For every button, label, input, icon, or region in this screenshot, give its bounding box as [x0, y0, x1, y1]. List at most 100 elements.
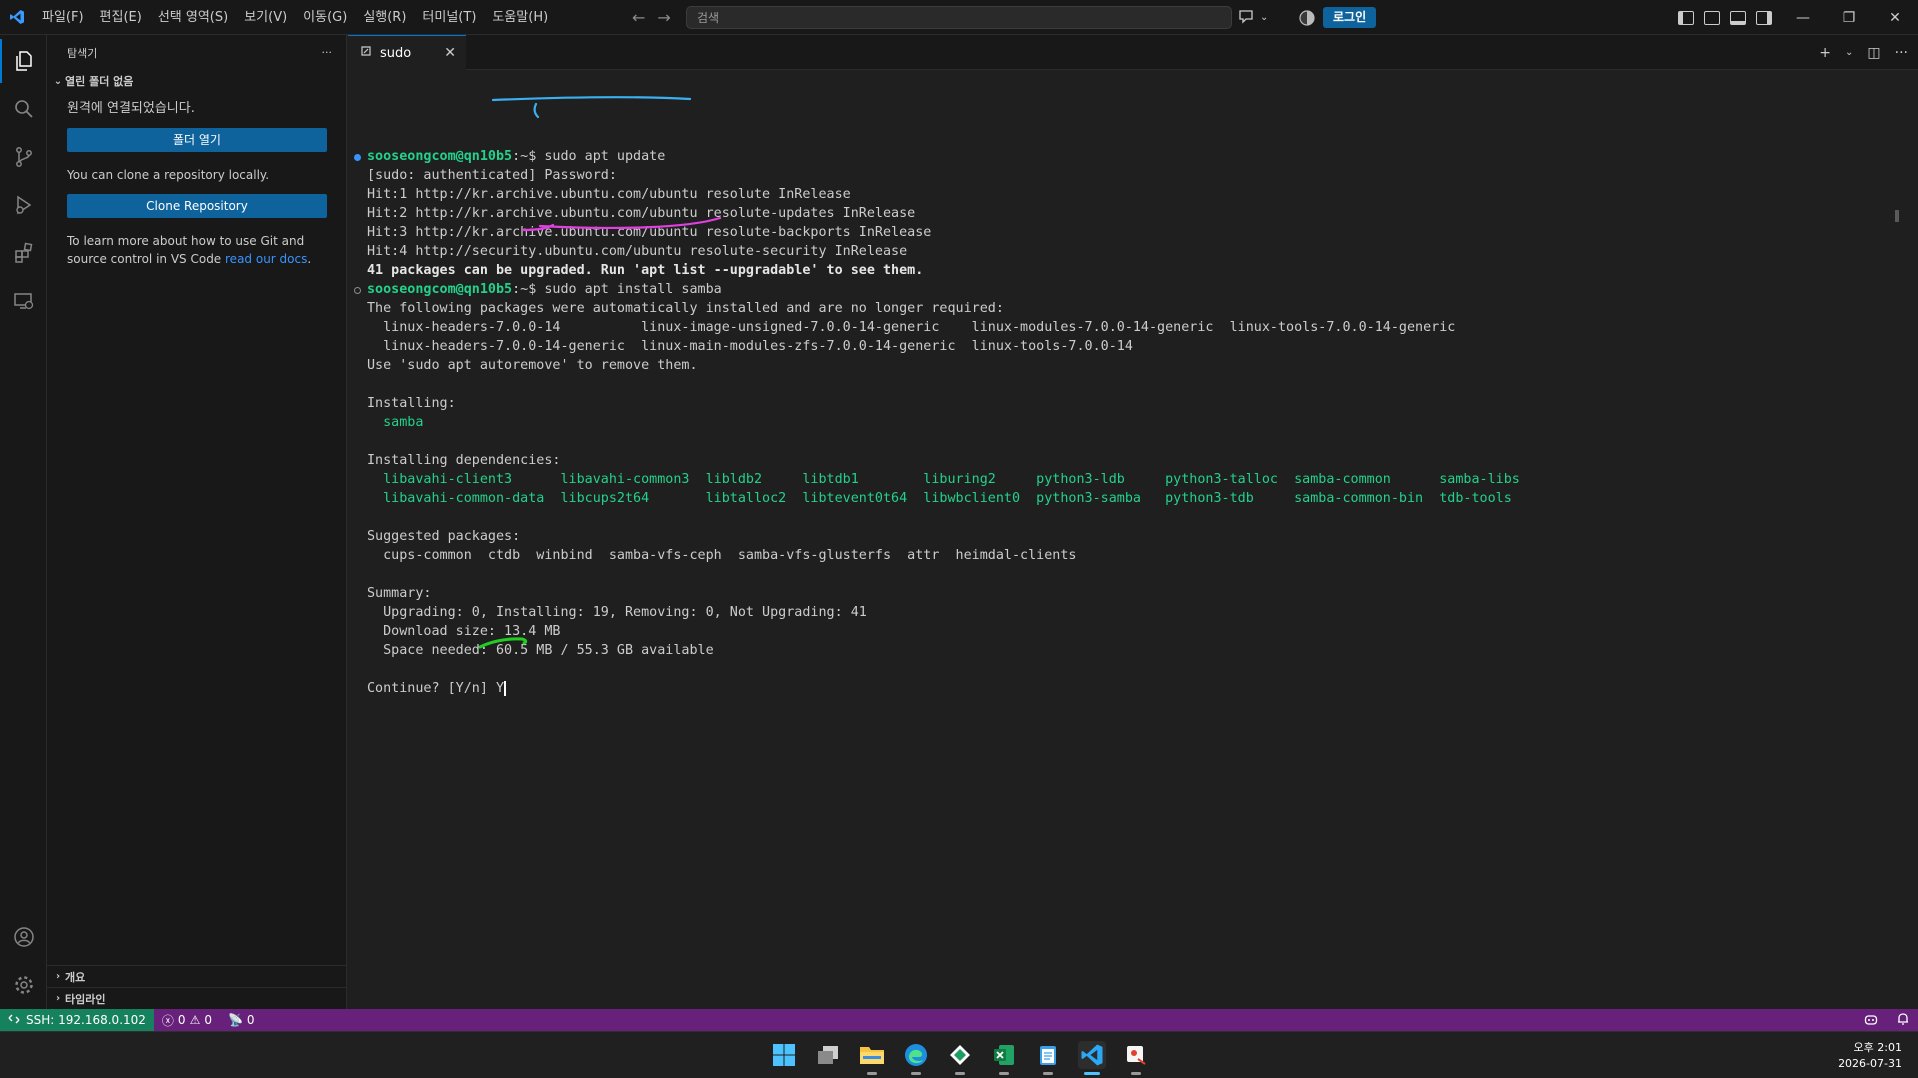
menu-go[interactable]: 이동(G) [295, 0, 355, 35]
menu-help[interactable]: 도움말(H) [484, 0, 556, 35]
close-window-icon[interactable]: ✕ [1872, 0, 1918, 35]
toggle-secondary-sidebar-icon[interactable] [1756, 10, 1772, 25]
terminal-line: Hit:3 http://kr.archive.ubuntu.com/ubunt… [367, 225, 932, 240]
customize-layout-icon[interactable] [1704, 10, 1720, 25]
broadcast-icon: 📡 [227, 1013, 243, 1027]
chat-icon[interactable] [1238, 8, 1254, 28]
prompt-user: sooseongcom@qn10b5 [367, 282, 513, 297]
minimize-icon[interactable]: — [1780, 0, 1826, 35]
close-tab-icon[interactable]: ✕ [444, 45, 456, 61]
chevron-down-icon[interactable]: ⌄ [1845, 47, 1853, 58]
copilot-status-icon[interactable] [1864, 1012, 1878, 1029]
terminal-panel[interactable]: sooseongcom@qn10b5 :~$ sudo apt update [s… [348, 70, 1903, 1009]
copilot-icon[interactable] [1298, 9, 1316, 27]
terminal-line-prompt: Continue? [Y/n] Y [367, 679, 507, 698]
menu-edit[interactable]: 편집(E) [92, 0, 150, 35]
extensions-icon[interactable] [0, 231, 47, 275]
annotation-underline-cyan [491, 96, 692, 119]
settings-gear-icon[interactable] [0, 963, 47, 1007]
forward-arrow-icon[interactable]: → [657, 8, 670, 27]
task-view-icon[interactable] [814, 1041, 842, 1069]
chevron-right-icon: › [55, 971, 61, 982]
section-label: 열린 폴더 없음 [65, 75, 134, 88]
warning-count: 0 [204, 1013, 212, 1027]
activity-bar [0, 35, 47, 1009]
warning-icon: ⚠ [189, 1013, 201, 1027]
prompt-suffix: :~$ [512, 149, 545, 164]
toggle-panel-icon[interactable] [1730, 10, 1746, 25]
terminal-line-cmd2: sooseongcom@qn10b5:~$ sudo apt install s… [367, 280, 722, 299]
accounts-icon[interactable] [0, 915, 47, 959]
command-text: sudo apt update [544, 149, 666, 164]
more-actions-icon[interactable]: ··· [1895, 45, 1908, 61]
terminal-line: Use 'sudo apt autoremove' to remove them… [367, 358, 698, 373]
tab-sudo-terminal[interactable]: sudo ✕ [348, 35, 466, 70]
split-editor-icon[interactable]: ◫ [1867, 45, 1880, 61]
command-success-decoration[interactable] [354, 154, 361, 161]
problems-indicator[interactable]: ⓧ 0 ⚠ 0 [154, 1012, 220, 1029]
clone-repository-button[interactable]: Clone Repository [67, 194, 327, 218]
command-running-decoration[interactable] [354, 287, 361, 294]
source-control-icon[interactable] [0, 135, 47, 179]
menu-terminal[interactable]: 터미널(T) [414, 0, 484, 35]
title-bar: 파일(F) 편집(E) 선택 영역(S) 보기(V) 이동(G) 실행(R) 터… [0, 0, 1918, 35]
vscode-taskbar-icon[interactable] [1078, 1041, 1106, 1075]
outline-section-header[interactable]: › 개요 [47, 965, 347, 987]
continue-prompt: Continue? [Y/n] Y [367, 681, 505, 696]
error-icon: ⓧ [161, 1013, 174, 1028]
notepad-icon[interactable] [1034, 1041, 1062, 1075]
ports-indicator[interactable]: 📡 0 [220, 1013, 263, 1027]
menu-file[interactable]: 파일(F) [34, 0, 92, 35]
terminal-line: [sudo: authenticated] Password: [367, 168, 617, 183]
edge-browser-icon[interactable] [902, 1041, 930, 1075]
remote-explorer-icon[interactable] [0, 279, 47, 323]
clone-message: You can clone a repository locally. [67, 168, 270, 182]
run-debug-icon[interactable] [0, 183, 47, 227]
more-actions-icon[interactable]: ··· [322, 46, 333, 59]
running-indicator [955, 1072, 965, 1075]
menu-selection[interactable]: 선택 영역(S) [150, 0, 236, 35]
login-button[interactable]: 로그인 [1323, 7, 1377, 28]
terminal-scrollbar[interactable] [1889, 70, 1903, 1009]
search-icon[interactable] [0, 87, 47, 131]
terminal-line: The following packages were automaticall… [367, 301, 1004, 316]
chevron-down-icon: ⌄ [53, 75, 63, 87]
read-docs-link[interactable]: read our docs [225, 252, 307, 266]
menu-bar: 파일(F) 편집(E) 선택 영역(S) 보기(V) 이동(G) 실행(R) 터… [34, 0, 556, 35]
timeline-section-header[interactable]: › 타임라인 [47, 987, 347, 1009]
explorer-icon[interactable] [0, 39, 47, 83]
terminal-line: linux-headers-7.0.0-14 linux-image-unsig… [367, 320, 1456, 335]
command-center-search[interactable] [686, 6, 1232, 29]
status-right [1864, 1009, 1910, 1031]
system-clock[interactable]: 오후 2:01 2026-07-31 [1838, 1040, 1902, 1072]
running-indicator [1131, 1072, 1141, 1075]
windows-start-icon[interactable] [770, 1041, 798, 1069]
terminal-line: Hit:4 http://security.ubuntu.com/ubuntu … [367, 244, 908, 259]
scrollbar-thumb[interactable] [1895, 210, 1899, 222]
no-folder-section-header[interactable]: ⌄ 열린 폴더 없음 [47, 70, 346, 92]
open-folder-button[interactable]: 폴더 열기 [67, 128, 327, 152]
tab-label: sudo [380, 45, 412, 61]
terminal-line: libavahi-common-data libcups2t64 libtall… [367, 491, 1512, 506]
remote-indicator[interactable]: SSH: 192.168.0.102 [0, 1009, 154, 1031]
green-app-icon[interactable] [946, 1041, 974, 1075]
menu-run[interactable]: 실행(R) [355, 0, 414, 35]
restore-icon[interactable]: ❐ [1826, 0, 1872, 35]
editor-tab-bar: sudo ✕ + ⌄ ◫ ··· [348, 35, 1918, 70]
notifications-bell-icon[interactable] [1896, 1012, 1910, 1029]
running-indicator [867, 1072, 877, 1075]
new-terminal-icon[interactable]: + [1819, 45, 1831, 61]
search-input[interactable] [687, 7, 1231, 28]
remote-icon [8, 1013, 20, 1028]
chevron-down-icon[interactable]: ⌄ [1260, 12, 1268, 23]
clock-time: 오후 2:01 [1853, 1041, 1902, 1054]
excel-icon[interactable] [990, 1041, 1018, 1075]
menu-view[interactable]: 보기(V) [236, 0, 295, 35]
snipping-tool-icon[interactable] [1122, 1041, 1150, 1075]
toggle-primary-sidebar-icon[interactable] [1678, 10, 1694, 25]
running-indicator [999, 1072, 1009, 1075]
running-indicator [911, 1072, 921, 1075]
file-explorer-icon[interactable] [858, 1041, 886, 1075]
clock-date: 2026-07-31 [1838, 1057, 1902, 1070]
back-arrow-icon[interactable]: ← [632, 8, 645, 27]
